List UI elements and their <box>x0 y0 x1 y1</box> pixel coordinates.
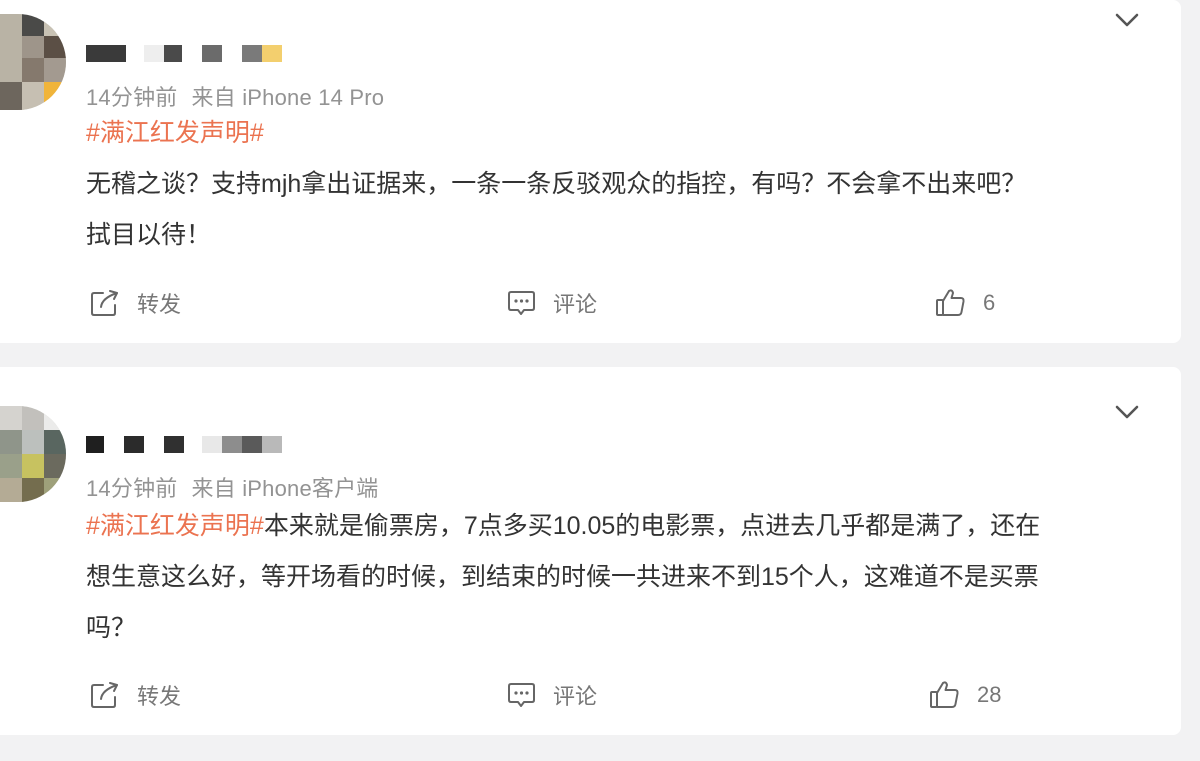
comment-label: 评论 <box>553 684 598 709</box>
content-line: 想生意这么好，等开场看的时候，到结束的时候一共进来不到15个人，这难道不是买票 <box>86 563 1039 591</box>
repost-button[interactable]: 转发 <box>88 675 181 715</box>
content-line: 拭目以待！ <box>86 221 212 249</box>
content-line: 本来就是偷票房，7点多买10.05的电影票，点进去几乎都是满了，还在 <box>263 512 1041 540</box>
like-count: 6 <box>983 290 996 315</box>
share-icon <box>91 682 118 708</box>
post-source: 来自 iPhone 14 Pro <box>191 85 385 110</box>
post-source: 来自 iPhone客户端 <box>191 476 379 501</box>
content-line: 吗？ <box>86 614 137 642</box>
chevron-down-icon[interactable] <box>1113 6 1141 34</box>
thumbs-up-icon <box>930 681 959 708</box>
comment-label: 评论 <box>553 292 598 317</box>
content-line: 无稽之谈？支持mjh拿出证据来，一条一条反驳观众的指控，有吗？不会拿不出来吧？ <box>86 170 1027 198</box>
post-meta: 14分钟前 来自 iPhone客户端 <box>86 471 379 503</box>
post-time: 14分钟前 <box>86 476 178 501</box>
like-button[interactable]: 6 <box>934 283 995 323</box>
post-time: 14分钟前 <box>86 85 178 110</box>
comment-icon <box>508 683 535 707</box>
avatar[interactable] <box>0 14 66 110</box>
comment-button[interactable]: 评论 <box>504 283 597 323</box>
post-content: #满江红发声明# 无稽之谈？支持mjh拿出证据来，一条一条反驳观众的指控，有吗？… <box>86 108 1146 261</box>
thumbs-up-icon <box>936 289 965 316</box>
repost-label: 转发 <box>137 292 182 317</box>
comment-icon <box>508 291 535 315</box>
repost-button[interactable]: 转发 <box>88 283 181 323</box>
hashtag-link[interactable]: #满江红发声明# <box>86 119 264 147</box>
action-bar: 转发 评论 6 <box>0 283 1181 323</box>
chevron-down-icon[interactable] <box>1113 398 1141 426</box>
like-count: 28 <box>977 682 1002 707</box>
repost-label: 转发 <box>137 684 182 709</box>
post-card: 14分钟前 来自 iPhone 14 Pro #满江红发声明# 无稽之谈？支持mj… <box>0 0 1181 343</box>
action-bar: 转发 评论 28 <box>0 675 1181 715</box>
post-card: 14分钟前 来自 iPhone客户端 #满江红发声明#本来就是偷票房，7点多买10… <box>0 367 1181 735</box>
like-button[interactable]: 28 <box>928 675 1001 715</box>
hashtag-link[interactable]: #满江红发声明# <box>86 512 264 540</box>
share-icon <box>91 290 118 316</box>
post-content: #满江红发声明#本来就是偷票房，7点多买10.05的电影票，点进去几乎都是满了，… <box>86 501 1146 654</box>
comment-button[interactable]: 评论 <box>504 675 597 715</box>
avatar[interactable] <box>0 406 66 502</box>
